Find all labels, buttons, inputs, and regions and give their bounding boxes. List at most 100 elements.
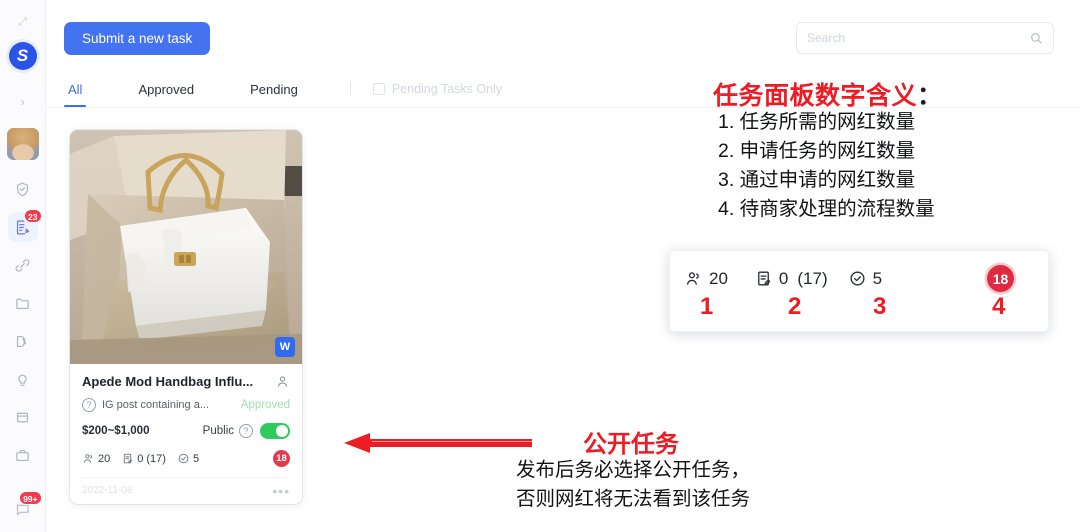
sidebar-item-chat[interactable]: 99+	[8, 491, 42, 524]
avatar-image	[6, 128, 39, 160]
checkbox-label: Pending Tasks Only	[391, 82, 503, 96]
visibility-question-icon[interactable]: ?	[239, 424, 253, 438]
sidebar-item-products[interactable]	[8, 402, 38, 432]
application-icon	[124, 453, 133, 464]
sidebar-item-links[interactable]	[8, 250, 38, 280]
stat-applied: 0 (17)	[121, 452, 166, 465]
lightbulb-icon	[14, 371, 31, 388]
check-circle-icon	[178, 453, 189, 464]
search-icon[interactable]	[1029, 31, 1043, 45]
annotation-heading-text: 任务面板数字含义	[713, 82, 918, 110]
callout-stats-row: 20 0 (17) 5 18	[684, 265, 1036, 292]
palette-icon	[14, 333, 31, 350]
status-badge: Approved	[240, 399, 290, 411]
annotation-list-item: 1. 任务所需的网红数量	[718, 111, 916, 133]
rail-bottom: 99+	[8, 491, 42, 524]
annotation-public-lines: 发布后务必选择公开任务， 否则网红将无法看到该任务	[516, 456, 750, 514]
stats-callout-panel: 20 0 (17) 5 18 1 2 3 4	[669, 250, 1049, 332]
tab-pending[interactable]: Pending	[246, 82, 302, 97]
check-circle-icon	[850, 271, 865, 286]
tasks-badge: 23	[24, 209, 42, 223]
task-description: IG post containing a...	[102, 399, 210, 411]
callout-required-value: 20	[709, 268, 728, 288]
handbag-photo	[70, 130, 302, 364]
callout-applied-paren: (17)	[797, 268, 828, 288]
tab-bar: All Approved Pending Pending Tasks Only	[64, 70, 502, 108]
shield-check-icon	[14, 181, 31, 198]
stat-pending-actions: 18	[273, 450, 290, 467]
tab-all[interactable]: All	[64, 82, 87, 108]
app-root: ⤢ S › 23 99+ Submit a new task Search Al…	[0, 0, 1080, 532]
ellipsis-icon[interactable]: •••	[272, 484, 290, 498]
annotation-public-line: 发布后务必选择公开任务，	[516, 459, 751, 481]
callout-approved-value: 5	[872, 268, 883, 288]
task-stats-row: 20 0 (17) 5 18	[82, 450, 290, 467]
callout-mark: 2	[788, 293, 802, 320]
sidebar-item-briefcase[interactable]	[8, 440, 38, 470]
tab-approved[interactable]: Approved	[134, 82, 198, 97]
annotation-list-item: 3. 通过申请的网红数量	[718, 169, 916, 191]
task-date: 2022-11-08	[82, 485, 133, 496]
task-title-row: Apede Mod Handbag Influ...	[82, 374, 290, 389]
callout-pending-actions: 18	[987, 265, 1014, 292]
annotation-arrow	[342, 432, 532, 454]
annotation-list: 1. 任务所需的网红数量 2. 申请任务的网红数量 3. 通过申请的网红数量 4…	[718, 108, 935, 224]
sidebar-item-ideas[interactable]	[8, 364, 38, 394]
chat-badge: 99+	[19, 491, 42, 505]
submit-new-task-button[interactable]: Submit a new task	[64, 22, 211, 55]
task-price: $200~$1,000	[82, 425, 150, 437]
tab-divider	[349, 82, 351, 96]
stat-required-value: 20	[98, 452, 111, 465]
task-price-row: $200~$1,000 Public ?	[82, 423, 290, 439]
stat-applied-value: 0	[137, 452, 144, 465]
task-title[interactable]: Apede Mod Handbag Influ...	[82, 374, 269, 389]
annotation-public-title: 公开任务	[583, 431, 679, 458]
pending-tasks-only-checkbox[interactable]: Pending Tasks Only	[372, 82, 503, 96]
annotation-list-item: 4. 待商家处理的流程数量	[718, 198, 935, 220]
callout-mark: 1	[700, 293, 714, 320]
sidebar-item-folder[interactable]	[8, 288, 38, 318]
annotation-heading-colon: ：	[917, 82, 943, 110]
callout-stat-required: 20	[684, 269, 728, 289]
callout-mark: 4	[992, 293, 1006, 320]
task-card[interactable]: W Apede Mod Handbag Influ... ? IG post c…	[70, 130, 302, 504]
person-icon[interactable]	[275, 374, 290, 389]
people-icon	[83, 454, 93, 463]
callout-applied-value: 0	[778, 268, 789, 288]
rail-collapse-toggle[interactable]: ›	[12, 90, 34, 112]
sidebar-item-palette[interactable]	[8, 326, 38, 356]
annotation-heading: 任务面板数字含义：	[713, 76, 943, 112]
platform-badge: W	[275, 337, 295, 357]
avatar[interactable]	[6, 128, 39, 160]
task-card-footer: 2022-11-08 •••	[82, 477, 290, 498]
box-icon	[14, 409, 31, 426]
folder-icon	[14, 295, 31, 312]
people-icon	[686, 272, 699, 285]
sidebar-item-tasks[interactable]: 23	[7, 209, 42, 242]
stat-influencers-required: 20	[82, 452, 110, 465]
visibility-label: Public	[202, 425, 234, 437]
left-arrow-icon	[344, 433, 532, 453]
callout-number-marks: 1 2 3 4	[670, 293, 1050, 331]
stat-approved-value: 5	[192, 452, 200, 465]
stat-applied-paren: (17)	[146, 452, 166, 465]
rail-icon-list: 23	[7, 174, 42, 470]
public-toggle[interactable]	[260, 423, 290, 439]
callout-stat-applied: 0	[754, 269, 788, 289]
callout-mark: 3	[873, 293, 887, 320]
briefcase-icon	[14, 447, 31, 464]
task-desc-row: ? IG post containing a... Approved	[82, 398, 290, 412]
sidebar-item-shield-check[interactable]	[8, 174, 38, 204]
main-area: Submit a new task All Approved Pending P…	[46, 0, 1080, 532]
annotation-public-line: 否则网红将无法看到该任务	[516, 488, 751, 510]
task-card-image[interactable]: W	[70, 130, 302, 364]
expand-arrows-icon[interactable]: ⤢	[12, 12, 34, 32]
question-icon[interactable]: ?	[82, 398, 96, 412]
search-box[interactable]	[796, 22, 1054, 54]
stat-approved: 5	[177, 452, 199, 465]
annotation-list-item: 2. 申请任务的网红数量	[718, 140, 916, 162]
application-icon	[757, 271, 771, 286]
app-logo[interactable]: S	[8, 42, 37, 70]
search-input[interactable]	[807, 31, 1029, 45]
checkbox-box[interactable]	[372, 83, 385, 95]
